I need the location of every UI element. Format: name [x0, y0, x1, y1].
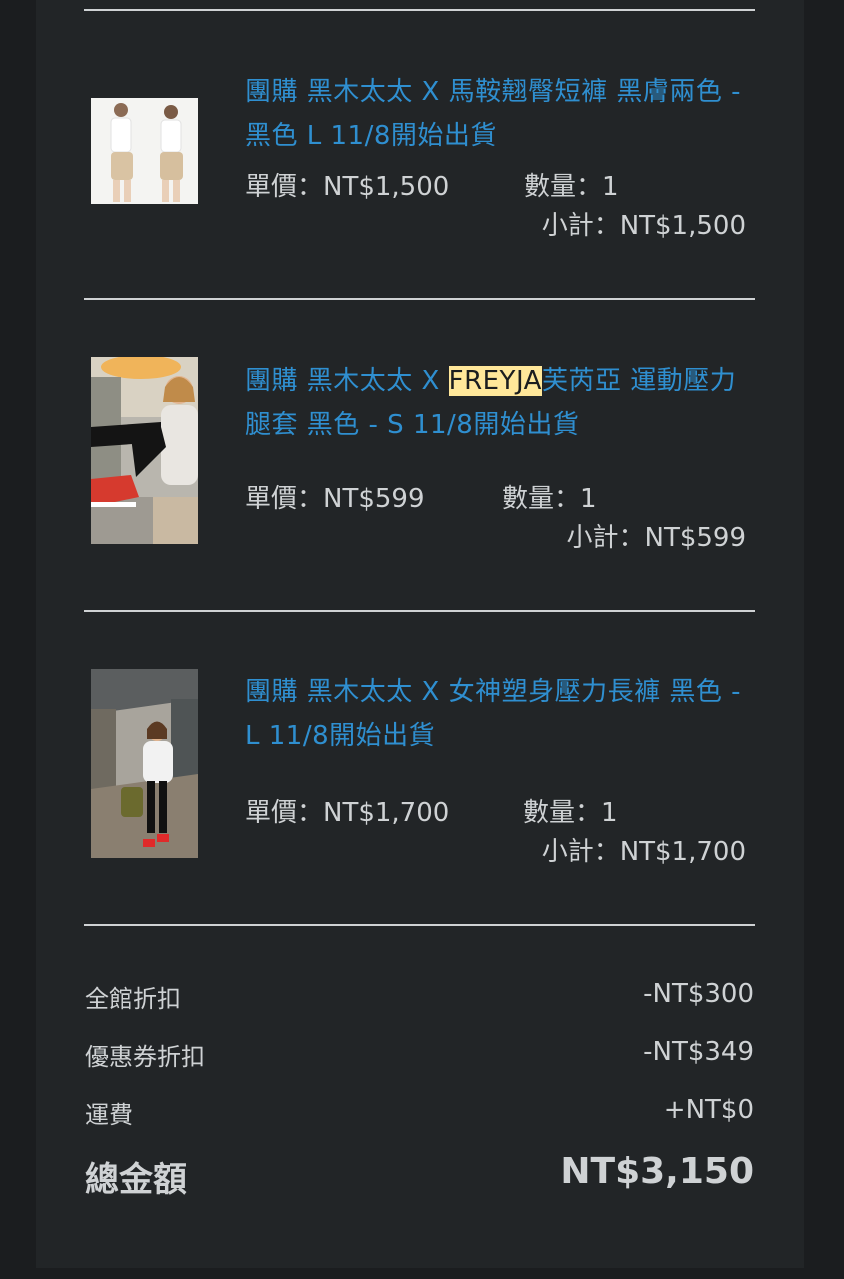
subtotal: 小計：NT$1,500 [541, 211, 746, 241]
quantity: 數量：1 [524, 172, 619, 202]
unit-price: 單價：NT$1,500 [245, 172, 450, 202]
store-discount-label: 全館折扣 [85, 985, 181, 1013]
quantity: 數量：1 [502, 484, 597, 514]
shipping-value: +NT$0 [663, 1095, 754, 1125]
product-name-link[interactable]: 團購 黑木太太 X 馬鞍翹臀短褲 黑膚兩色 - 黑色 L 11/8開始出貨 [245, 70, 745, 158]
coupon-discount-label: 優惠券折扣 [85, 1043, 205, 1071]
divider [84, 9, 755, 11]
product-name-link[interactable]: 團購 黑木太太 X 女神塑身壓力長褲 黑色 - L 11/8開始出貨 [245, 670, 745, 758]
subtotal: 小計：NT$599 [566, 523, 747, 553]
store-discount-value: -NT$300 [643, 979, 754, 1009]
subtotal: 小計：NT$1,700 [541, 837, 746, 867]
divider [84, 924, 755, 926]
coupon-discount-value: -NT$349 [643, 1037, 754, 1067]
unit-price: 單價：NT$1,700 [245, 798, 450, 828]
divider [84, 298, 755, 300]
total-value: NT$3,150 [560, 1151, 754, 1192]
total-label: 總金額 [85, 1160, 187, 1200]
divider [84, 610, 755, 612]
search-highlight: FREYJA [448, 366, 542, 396]
product-name-text: 團購 黑木太太 X 女神塑身壓力長褲 黑色 - L 11/8開始出貨 [245, 677, 742, 751]
unit-price: 單價：NT$599 [245, 484, 425, 514]
product-image[interactable] [91, 357, 198, 544]
shipping-label: 運費 [85, 1101, 133, 1129]
product-name-text: 團購 黑木太太 X 馬鞍翹臀短褲 黑膚兩色 - 黑色 L 11/8開始出貨 [245, 77, 742, 151]
quantity: 數量：1 [523, 798, 618, 828]
product-name-link[interactable]: 團購 黑木太太 X FREYJA芙芮亞 運動壓力腿套 黑色 - S 11/8開始… [245, 359, 745, 447]
product-image[interactable] [91, 669, 198, 858]
product-image[interactable] [91, 98, 198, 204]
product-name-text: 團購 黑木太太 X [245, 366, 449, 396]
